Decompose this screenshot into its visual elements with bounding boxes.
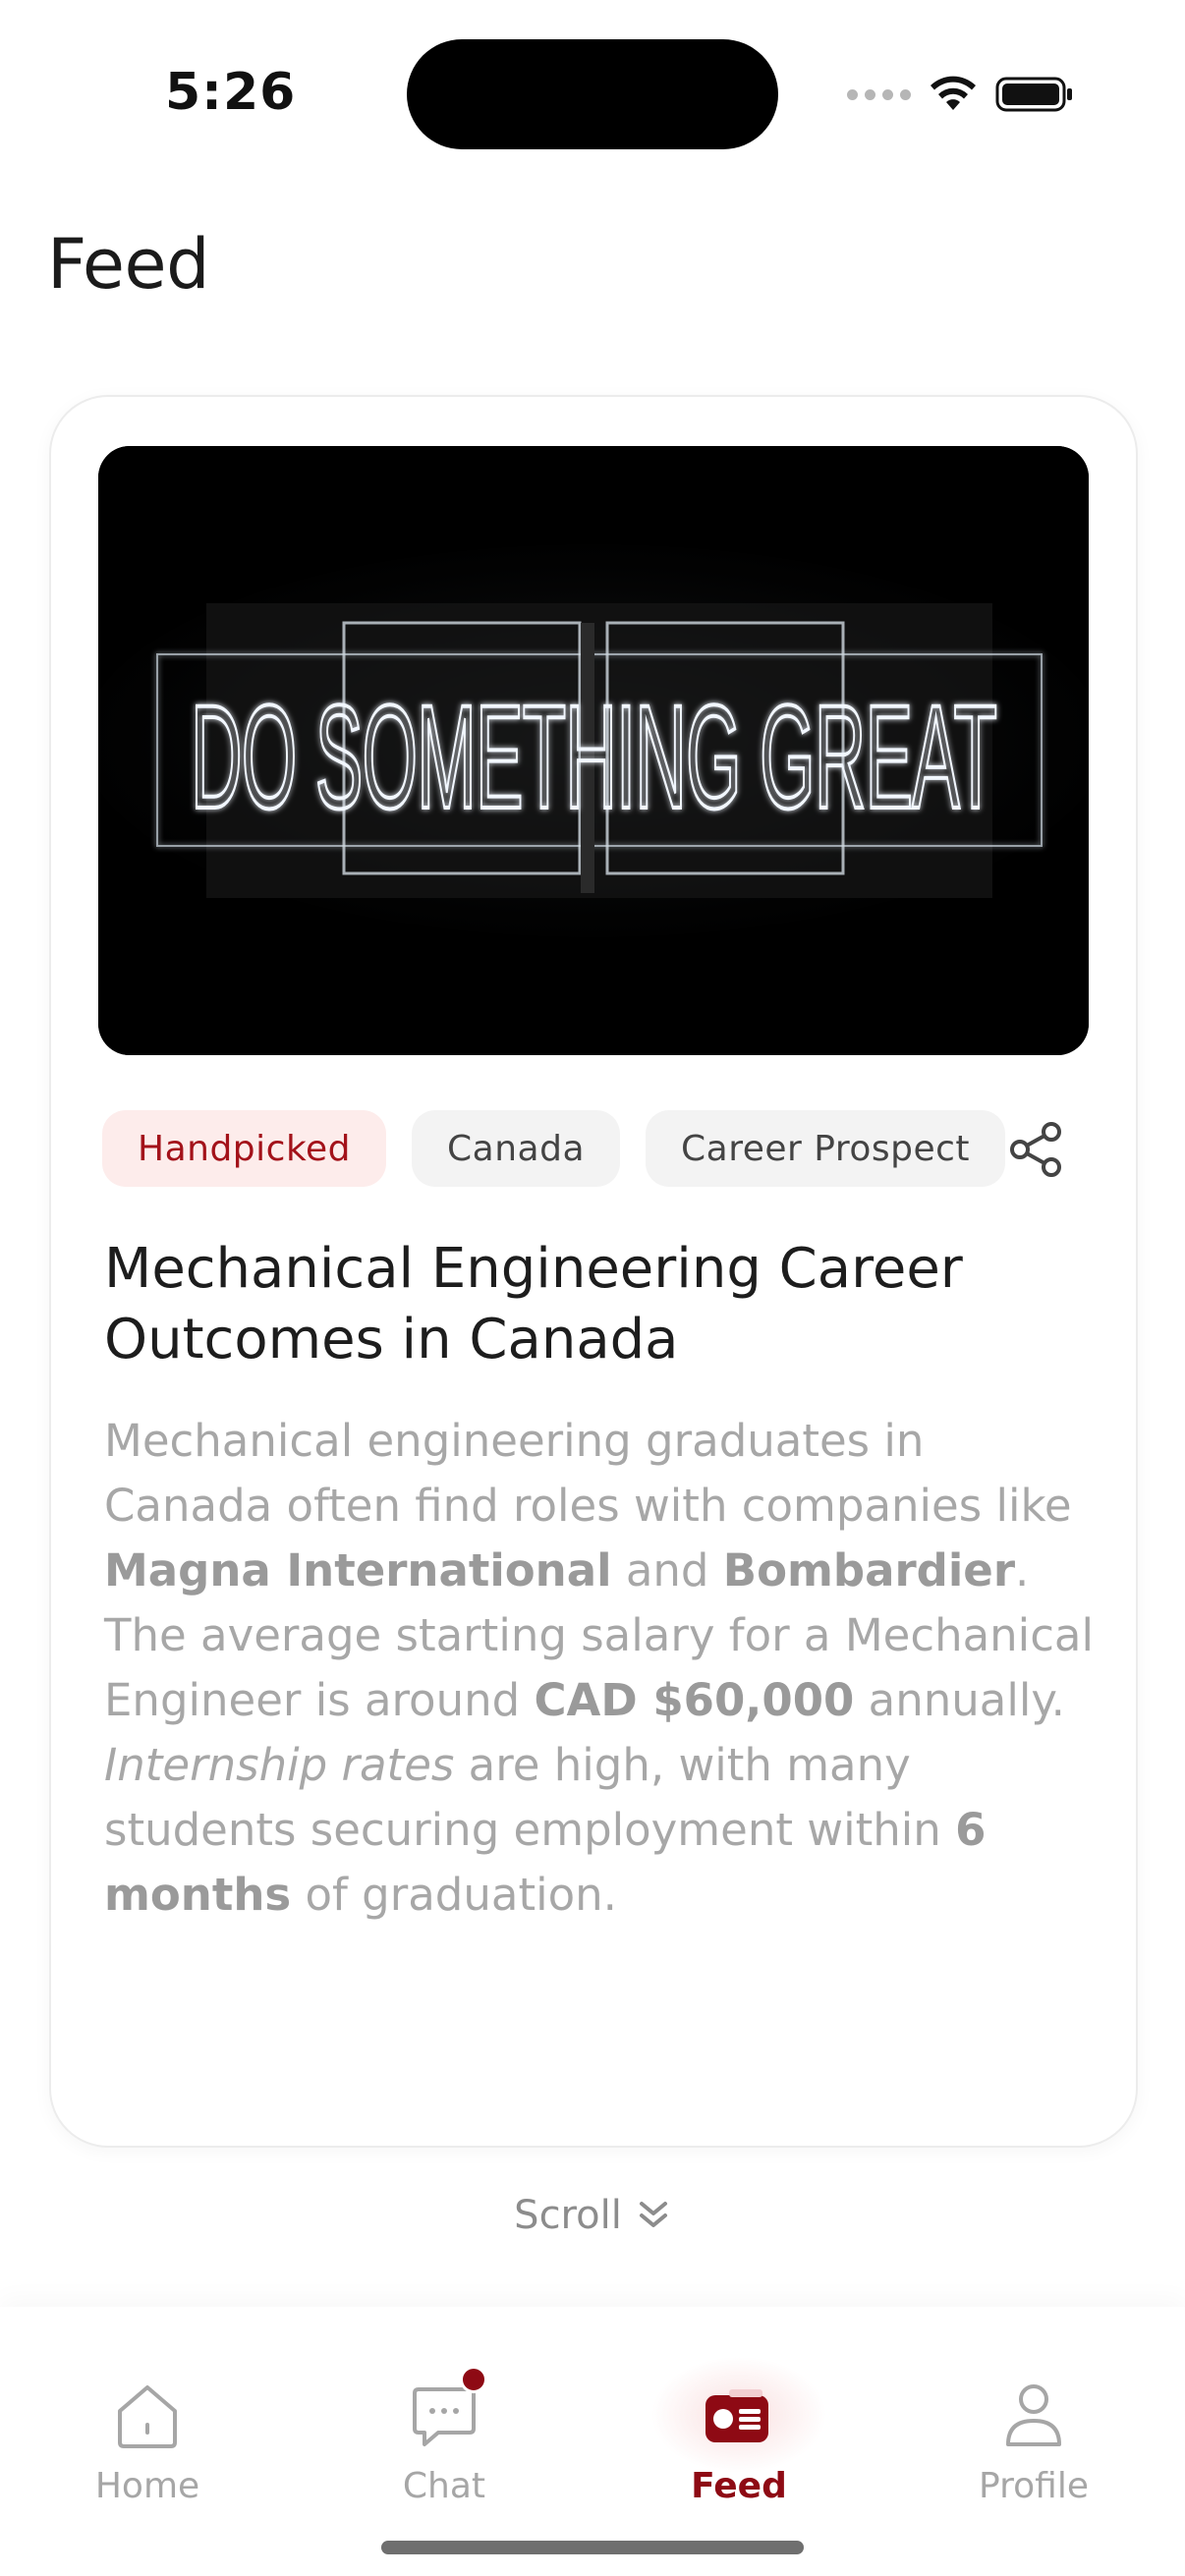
- card-body: Mechanical engineering graduates in Cana…: [104, 1409, 1097, 1928]
- home-indicator: [381, 2541, 804, 2554]
- neon-sign-image: DO SOMETHING GREAT: [98, 446, 1089, 1055]
- chip-canada[interactable]: Canada: [412, 1110, 621, 1187]
- body-bold-company: Bombardier: [722, 1544, 1016, 1596]
- tab-chat[interactable]: Chat: [346, 2366, 542, 2506]
- feed-icon: [650, 2356, 827, 2474]
- bottom-tab-bar: Home Chat Feed Profile: [0, 2307, 1185, 2576]
- tab-chat-label: Chat: [402, 2466, 486, 2506]
- profile-icon: [994, 2376, 1073, 2454]
- tab-profile[interactable]: Profile: [935, 2376, 1132, 2506]
- page-title: Feed: [47, 224, 210, 305]
- chip-handpicked[interactable]: Handpicked: [102, 1110, 387, 1187]
- body-bold-company: Magna International: [104, 1544, 612, 1596]
- status-icons: [847, 67, 1074, 122]
- tab-feed[interactable]: Feed: [641, 2356, 837, 2506]
- body-text: of graduation.: [291, 1869, 617, 1921]
- tab-profile-label: Profile: [979, 2466, 1089, 2506]
- chip-career-prospect[interactable]: Career Prospect: [646, 1110, 1006, 1187]
- status-time: 5:26: [165, 63, 297, 122]
- feed-card[interactable]: DO SOMETHING GREAT Handpicked Canada Car…: [49, 395, 1138, 2148]
- scroll-hint-label: Scroll: [514, 2193, 622, 2238]
- wifi-icon: [931, 76, 976, 110]
- tab-home-label: Home: [94, 2466, 200, 2506]
- card-title: Mechanical Engineering Career Outcomes i…: [104, 1237, 963, 1372]
- body-bold-salary: CAD $60,000: [534, 1674, 855, 1726]
- chevron-double-down-icon: [639, 2202, 667, 2227]
- body-text: and: [611, 1544, 723, 1596]
- cellular-signal-icon: [847, 88, 911, 100]
- status-bar: 5:26: [0, 0, 1185, 187]
- dynamic-island: [407, 39, 778, 149]
- tab-home[interactable]: Home: [49, 2376, 246, 2506]
- neon-text: DO SOMETHING GREAT: [191, 674, 996, 839]
- share-icon[interactable]: [1006, 1120, 1065, 1179]
- battery-icon: [995, 77, 1072, 112]
- chat-icon: [405, 2366, 487, 2454]
- body-text: annually.: [854, 1674, 1065, 1726]
- body-italic: Internship rates: [104, 1739, 455, 1791]
- notification-dot: [460, 2366, 487, 2393]
- tag-chips: Handpicked Canada Career Prospect: [102, 1110, 1006, 1187]
- home-icon: [108, 2376, 187, 2454]
- scroll-hint[interactable]: Scroll: [0, 2193, 1185, 2238]
- body-text: Mechanical engineering graduates in Cana…: [104, 1415, 1072, 1532]
- card-image: DO SOMETHING GREAT: [98, 446, 1089, 1055]
